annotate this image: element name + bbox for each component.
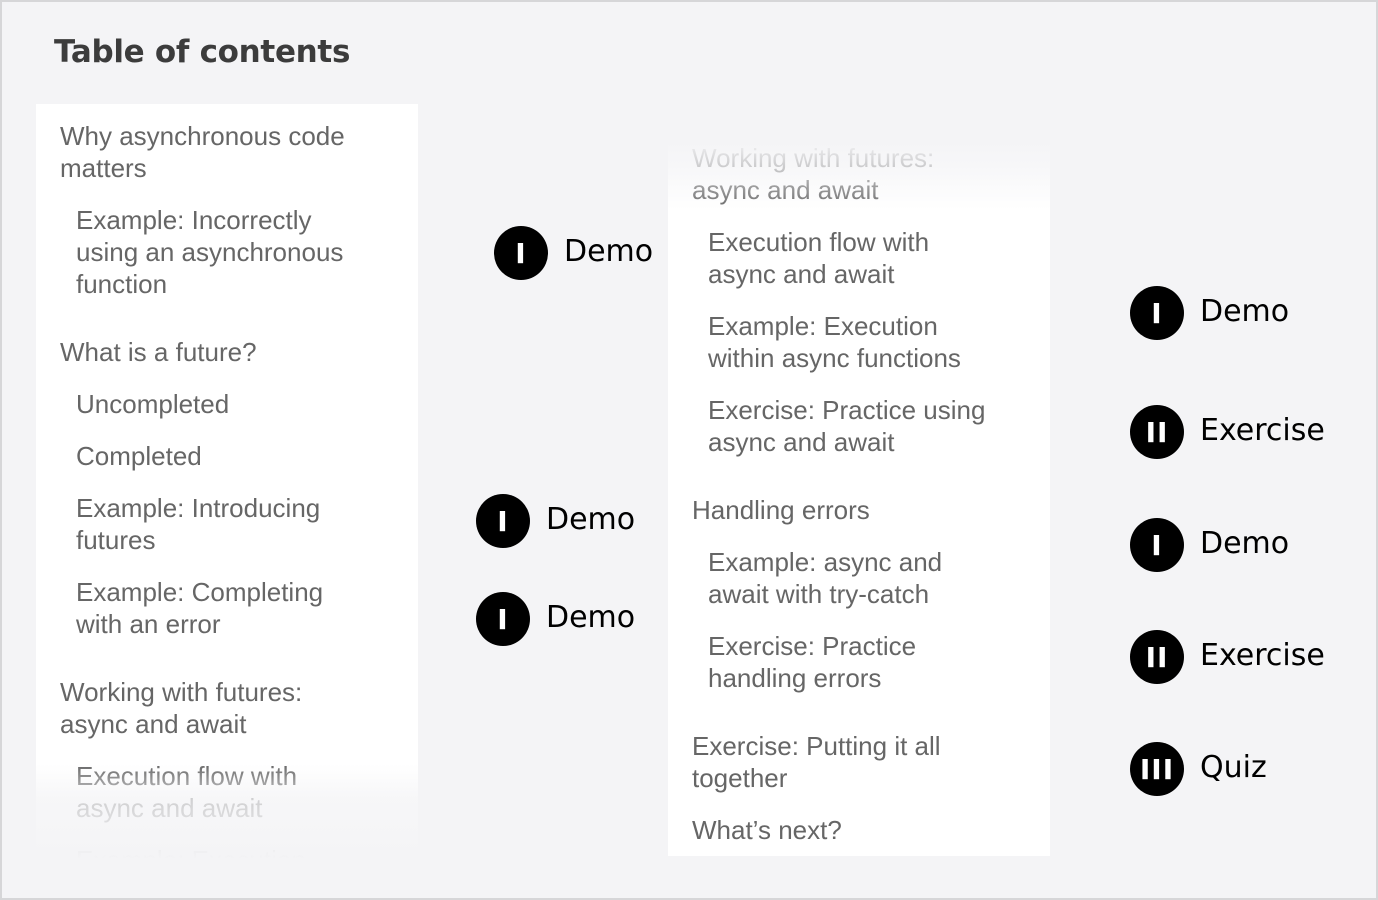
toc-item[interactable]: Exercise: Practice using async and await — [708, 394, 985, 458]
toc-item[interactable]: Completed — [76, 440, 202, 472]
toc-panel-left: Why asynchronous code matters Example: I… — [36, 104, 418, 864]
annotation-label: Demo — [546, 502, 636, 537]
roman-numeral-badge: I — [1130, 518, 1184, 572]
toc-item[interactable]: Example: Execution within async function… — [708, 310, 961, 374]
annotation-label: Quiz — [1200, 750, 1267, 785]
toc-item[interactable]: Example: async and await with try-catch — [708, 546, 942, 610]
annotation-label: Demo — [564, 234, 654, 269]
toc-item[interactable]: Why asynchronous code matters — [60, 120, 345, 184]
toc-item[interactable]: Example: Introducing futures — [76, 492, 320, 556]
roman-numeral-badge: I — [494, 226, 548, 280]
toc-item[interactable]: Example: Incorrectly using an asynchrono… — [76, 204, 343, 300]
toc-item[interactable]: Handling errors — [692, 494, 870, 526]
toc-item[interactable]: Execution flow with async and await — [76, 760, 297, 824]
toc-item[interactable]: Exercise: Putting it all together — [692, 730, 941, 794]
roman-numeral-badge: II — [1130, 630, 1184, 684]
toc-panel-right: Working with futures: async and await Ex… — [668, 140, 1050, 856]
toc-item[interactable]: Working with futures: async and await — [692, 142, 934, 206]
toc-item[interactable]: Exercise: Practice handling errors — [708, 630, 916, 694]
toc-item[interactable]: What’s next? — [692, 814, 842, 846]
toc-item[interactable]: Example: Completing with an error — [76, 576, 323, 640]
roman-numeral-badge: I — [476, 592, 530, 646]
roman-numeral-badge: I — [476, 494, 530, 548]
roman-numeral-badge: I — [1130, 286, 1184, 340]
annotation-label: Demo — [1200, 294, 1290, 329]
annotation-label: Exercise — [1200, 638, 1325, 673]
annotation-label: Exercise — [1200, 413, 1325, 448]
toc-item[interactable]: Example: Execution — [76, 844, 306, 864]
roman-numeral-badge: III — [1130, 742, 1184, 796]
toc-item[interactable]: What is a future? — [60, 336, 257, 368]
annotation-label: Demo — [1200, 526, 1290, 561]
roman-numeral-badge: II — [1130, 405, 1184, 459]
annotation-label: Demo — [546, 600, 636, 635]
toc-item[interactable]: Execution flow with async and await — [708, 226, 929, 290]
toc-item[interactable]: Working with futures: async and await — [60, 676, 302, 740]
toc-item[interactable]: Uncompleted — [76, 388, 229, 420]
page-title: Table of contents — [54, 34, 351, 70]
